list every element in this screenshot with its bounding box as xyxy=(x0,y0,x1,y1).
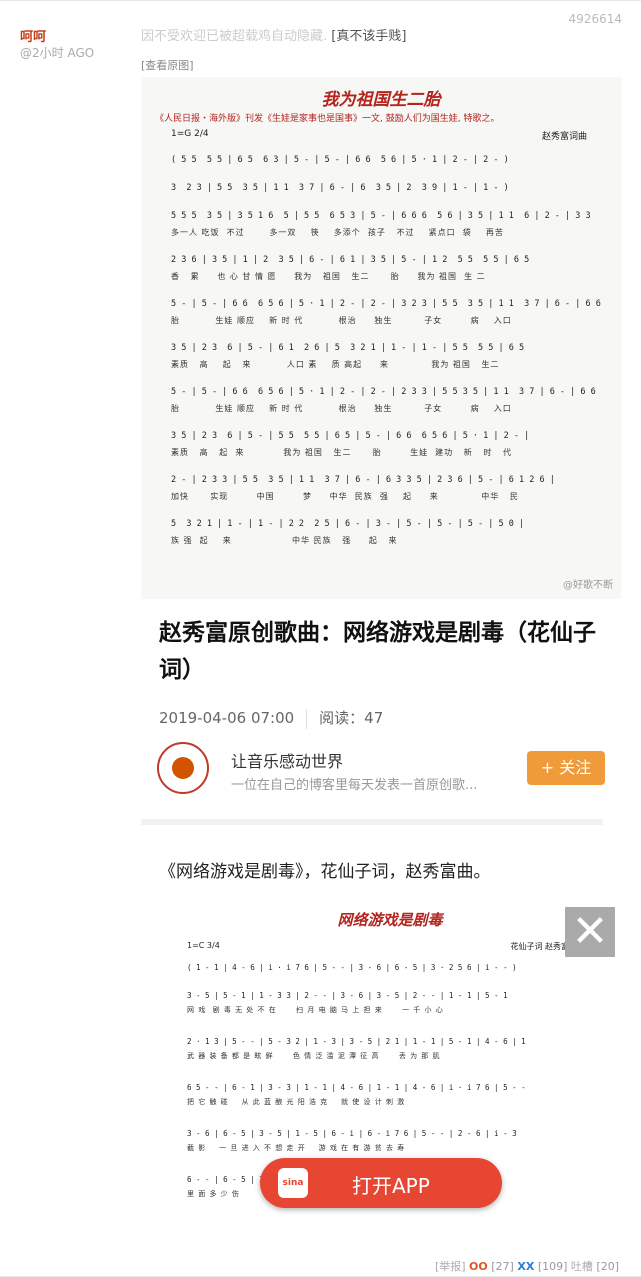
score-subtitle: 《人民日报・海外版》刊发《生娃是家事也是国事》一文, 鼓励人们为国生娃, 特歌之… xyxy=(155,114,500,124)
score-staff-line: ( 5 5 5 5 | 6 5 6 3 | 5 - | 5 - | 6 6 5 … xyxy=(171,155,509,165)
music-score-image: 我为祖国生二胎 《人民日报・海外版》刊发《生娃是家事也是国事》一文, 鼓励人们为… xyxy=(141,77,621,599)
comment-footer: [举报] OO [27] XX [109] 吐槽 [20] xyxy=(435,1258,619,1274)
score-title: 我为祖国生二胎 xyxy=(321,90,441,110)
score-staff-line: 2 3 6 | 3 5 | 1 | 2 3 5 | 6 - | 6 1 | 3 … xyxy=(171,255,530,265)
show-anyway-link[interactable]: [真不该手贱] xyxy=(331,29,406,44)
music-note-icon xyxy=(172,757,194,779)
score-lyric-line: 香 累 也 心 甘 情 愿 我为 祖国 生二 胎 我为 祖国 生 二 xyxy=(171,272,486,281)
score-staff-line: 3 5 | 2 3 6 | 5 - | 6 1 2 6 | 5 3 2 1 | … xyxy=(171,343,525,353)
score2-staff-line: 3 - 6 | 6 - 5 | 3 - 5 | 1 - 5 | 6 - i | … xyxy=(187,1129,517,1138)
blog-avatar xyxy=(157,742,209,794)
sina-logo-icon: sina xyxy=(278,1168,308,1198)
tucao-button[interactable]: 吐槽 xyxy=(571,1260,593,1273)
article-intro: 《网络游戏是剧毒》，花仙子词，赵秀富曲。 xyxy=(159,862,491,882)
screenshot-image: 我为祖国生二胎 《人民日报・海外版》刊发《生娃是家事也是国事》一文, 鼓励人们为… xyxy=(141,77,621,1242)
score-staff-line: 3 5 | 2 3 6 | 5 - | 5 5 5 5 | 6 5 | 5 - … xyxy=(171,431,530,441)
article-reads: 阅读：47 xyxy=(319,709,384,727)
watermark: @好歌不断 xyxy=(563,580,613,591)
vote-down-count: [109] xyxy=(537,1260,568,1273)
score2-lyric-line: 武 器 装 备 都 是 眩 鲜 色 情 泛 滥 泥 潭 征 高 丢 为 那 肌 xyxy=(187,1052,441,1060)
score-staff-line: 2 - | 2 3 3 | 5 5 3 5 | 1 1 3 7 | 6 - | … xyxy=(171,475,555,485)
score-lyric-line: 素质 高 起 来 我为 祖国 生二 胎 生娃 建功 新 时 代 xyxy=(171,448,513,457)
score-staff-line: 5 5 5 3 5 | 3 5 1 6 5 | 5 5 6 5 3 | 5 - … xyxy=(171,211,591,221)
follow-button: + 关注 xyxy=(527,751,605,785)
comment-id[interactable]: 4926614 xyxy=(569,12,622,26)
hidden-notice-text: 因不受欢迎已被超载鸡自动隐藏. xyxy=(141,29,328,44)
report-link[interactable]: [举报] xyxy=(435,1260,466,1273)
score-lyric-line: 多一人 吃饭 不过 多一双 筷 多添个 孩子 不过 紧点口 袋 再苦 xyxy=(171,228,504,237)
score2-staff-line: 6 5 - - | 6 - 1 | 3 - 3 | 1 - 1 | 4 - 6 … xyxy=(187,1083,526,1092)
comment-author[interactable]: 呵呵 xyxy=(20,26,46,45)
comment-time[interactable]: @2小时 AGO xyxy=(20,44,94,61)
score2-staff-line: 3 - 5 | 5 - 1 | 1 - 3 3 | 2 - - | 3 - 6 … xyxy=(187,991,508,1000)
score2-lyric-line: 把 它 触 碰 从 此 蓝 酿 光 阳 浩 克 就 使 设 计 刺 激 xyxy=(187,1098,406,1106)
score2-staff-line: ( 1 - 1 | 4 - 6 | i · i 7 6 | 5 - - | 3 … xyxy=(187,963,517,972)
score-staff-line: 5 - | 5 - | 6 6 6 5 6 | 5 · 1 | 2 - | 2 … xyxy=(171,387,596,397)
open-app-button: sina 打开APP xyxy=(260,1158,502,1208)
score-key: 1=G 2/4 xyxy=(171,129,209,139)
score2-lyric-line: 网 戏 剧 毒 无 处 不 在 扫 月 电 脑 马 上 担 来 一 千 小 心 xyxy=(187,1006,444,1014)
score2-key: 1=C 3/4 xyxy=(187,941,220,950)
score-staff-line: 5 - | 5 - | 6 6 6 5 6 | 5 · 1 | 2 - | 2 … xyxy=(171,299,601,309)
score2-staff-line: 2 · 1 3 | 5 - - | 5 - 3 2 | 1 - 3 | 3 - … xyxy=(187,1037,526,1046)
score2-title: 网络游戏是剧毒 xyxy=(337,911,443,929)
score-staff-line: 5 3 2 1 | 1 - | 1 - | 2 2 2 5 | 6 - | 3 … xyxy=(171,519,525,529)
article-date: 2019-04-06 07:00 xyxy=(159,709,295,727)
score-lyric-line: 素质 高 起 来 人口 素 质 高起 来 我为 祖国 生二 xyxy=(171,360,500,369)
score-composer: 赵秀富词曲 xyxy=(541,132,587,142)
article-meta: 2019-04-06 07:00 阅读：47 xyxy=(159,707,383,729)
vote-up-count: [27] xyxy=(491,1260,514,1273)
open-app-label: 打开APP xyxy=(352,1174,430,1198)
score-lyric-line: 胎 生娃 顺应 新 时 代 根治 独生 子女 病 入口 xyxy=(171,316,512,325)
score-lyric-line: 族 强 起 来 中华 民族 强 起 来 xyxy=(171,536,398,545)
blog-name: 让音乐感动世界 xyxy=(231,752,344,771)
comment-item: 呵呵 @2小时 AGO 4926614 因不受欢迎已被超载鸡自动隐藏. [真不该… xyxy=(0,0,641,1277)
tucao-count: [20] xyxy=(596,1260,619,1273)
score-lyric-line: 胎 生娃 顺应 新 时 代 根治 独生 子女 病 入口 xyxy=(171,404,512,413)
blog-description: 一位在自己的博客里每天发表一首原创歌... xyxy=(231,778,478,793)
view-original-link[interactable]: [查看原图] xyxy=(141,57,194,73)
meta-divider xyxy=(306,708,308,729)
section-divider xyxy=(141,819,603,825)
vote-down-button[interactable]: XX xyxy=(517,1260,534,1273)
vote-up-button[interactable]: OO xyxy=(469,1260,488,1273)
close-icon: ✕ xyxy=(565,907,615,957)
article-title: 赵秀富原创歌曲：网络游戏是剧毒（花仙子词） xyxy=(159,620,596,683)
score2-lyric-line: 截 影 一 旦 进 入 不 想 走 开 游 戏 在 有 游 贫 去 寿 xyxy=(187,1144,406,1152)
score-staff-line: 3 2 3 | 5 5 3 5 | 1 1 3 7 | 6 - | 6 3 5 … xyxy=(171,183,509,193)
hidden-notice: 因不受欢迎已被超载鸡自动隐藏. [真不该手贱] xyxy=(141,25,406,44)
score-lyric-line: 加快 实现 中国 梦 中华 民族 强 起 来 中华 民 xyxy=(171,492,519,501)
